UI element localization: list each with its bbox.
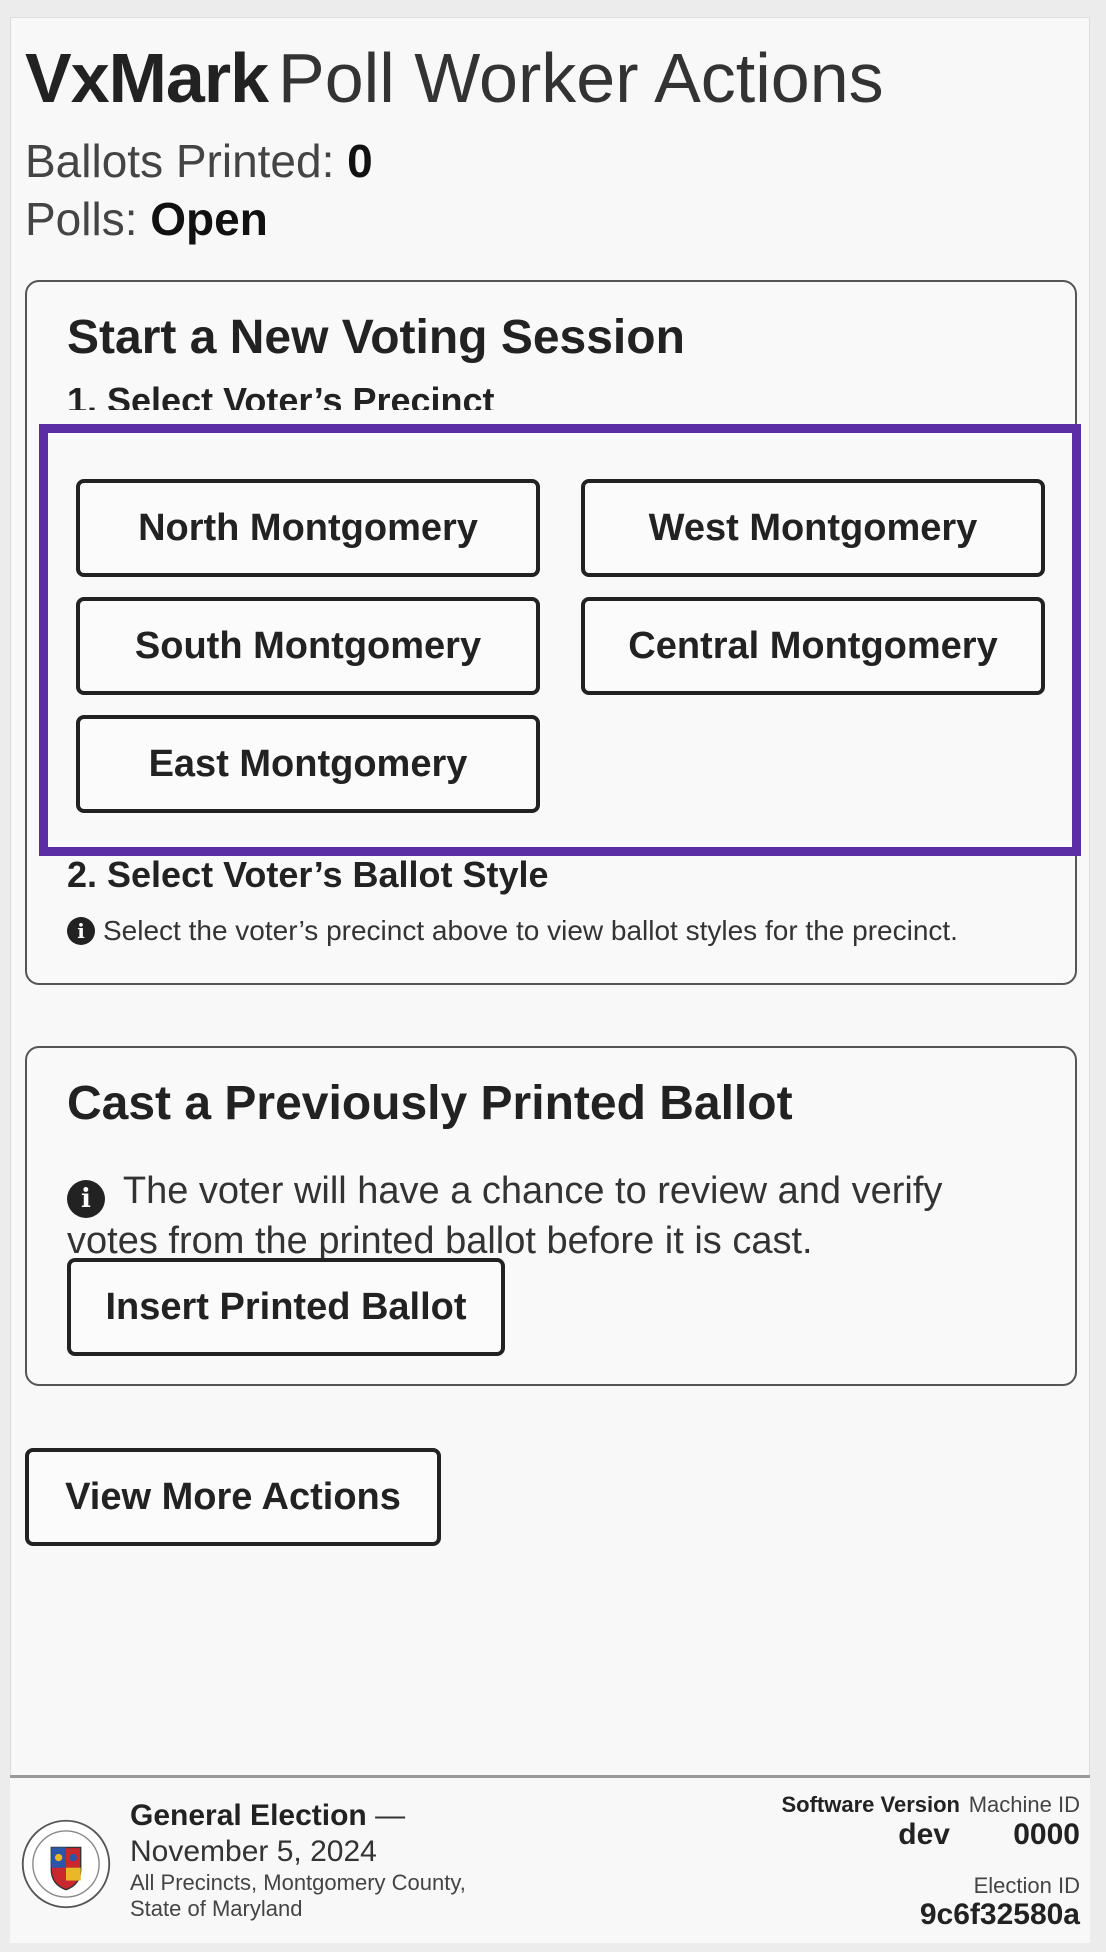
- screen-title: Poll Worker Actions: [278, 39, 884, 117]
- insert-printed-ballot-button[interactable]: Insert Printed Ballot: [67, 1258, 505, 1356]
- ballot-style-info-text: Select the voter’s precinct above to vie…: [103, 915, 958, 946]
- election-date: November 5, 2024: [130, 1835, 377, 1868]
- software-version-label: Software Version: [781, 1792, 960, 1817]
- brand-name: VxMark: [25, 39, 269, 117]
- view-more-actions-button[interactable]: View More Actions: [25, 1448, 441, 1546]
- select-precinct-label: 1. Select Voter’s Precinct: [67, 380, 495, 410]
- election-id-value: 9c6f32580a: [919, 1898, 1080, 1931]
- precinct-button-west-montgomery[interactable]: West Montgomery: [581, 479, 1045, 577]
- county-seal-icon: [21, 1819, 111, 1909]
- header: VxMark Poll Worker Actions Ballots Printe…: [25, 38, 884, 248]
- info-icon: i: [67, 1180, 105, 1218]
- precinct-selection-highlight: North Montgomery West Montgomery South M…: [39, 424, 1081, 856]
- machine-id-value: 0000: [1013, 1818, 1080, 1851]
- printed-ballot-info-text: The voter will have a chance to review a…: [67, 1170, 943, 1262]
- precinct-button-east-montgomery[interactable]: East Montgomery: [76, 715, 540, 813]
- precinct-button-south-montgomery[interactable]: South Montgomery: [76, 597, 540, 695]
- polls-label: Polls:: [25, 193, 138, 245]
- printed-ballot-info: i The voter will have a chance to review…: [67, 1168, 1027, 1264]
- software-version-value: dev: [898, 1818, 950, 1851]
- election-state: State of Maryland: [130, 1896, 303, 1921]
- ballots-printed-status: Ballots Printed: 0: [25, 132, 884, 190]
- printed-ballot-title: Cast a Previously Printed Ballot: [67, 1077, 793, 1130]
- polls-value: Open: [150, 193, 268, 245]
- precinct-button-central-montgomery[interactable]: Central Montgomery: [581, 597, 1045, 695]
- polls-status: Polls: Open: [25, 190, 884, 248]
- select-ballot-style-label: 2. Select Voter’s Ballot Style: [67, 854, 549, 895]
- election-id-label: Election ID: [973, 1873, 1080, 1898]
- precinct-button-north-montgomery[interactable]: North Montgomery: [76, 479, 540, 577]
- voting-session-title: Start a New Voting Session: [67, 311, 685, 364]
- ballots-printed-label: Ballots Printed:: [25, 135, 335, 187]
- page-title: VxMark Poll Worker Actions: [25, 38, 884, 118]
- election-details: General Election — November 5, 2024 All …: [130, 1798, 466, 1922]
- poll-worker-screen: VxMark Poll Worker Actions Ballots Printe…: [10, 17, 1090, 1941]
- ballots-printed-value: 0: [347, 135, 373, 187]
- election-info-footer: General Election — November 5, 2024 All …: [10, 1775, 1090, 1943]
- ballot-style-info: i Select the voter’s precinct above to v…: [67, 915, 958, 947]
- info-icon: i: [67, 917, 95, 945]
- printed-ballot-card: Cast a Previously Printed Ballot i The v…: [25, 1046, 1077, 1386]
- election-scope: All Precincts, Montgomery County,: [130, 1870, 466, 1895]
- election-dash: —: [366, 1799, 406, 1832]
- election-title: General Election: [130, 1799, 367, 1832]
- machine-id-label: Machine ID: [968, 1792, 1080, 1817]
